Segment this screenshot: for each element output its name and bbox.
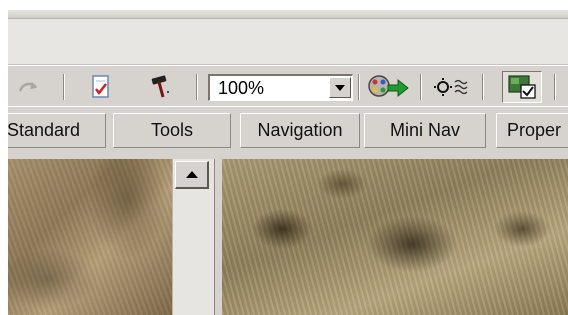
image-panel-left	[8, 159, 172, 315]
toolbar-separator	[420, 74, 422, 100]
triangle-up-icon	[185, 171, 198, 178]
toolbar-separator	[196, 74, 198, 100]
toolbar-separator	[482, 74, 484, 100]
toolbar-separator	[63, 74, 65, 100]
toolbar-tab-strip: Standard Tools Navigation Mini Nav Prope…	[8, 106, 568, 159]
vertical-scrollbar[interactable]	[172, 159, 215, 315]
tab-standard[interactable]: Standard	[8, 113, 106, 148]
hammer-icon	[151, 75, 169, 98]
check-document-button[interactable]	[86, 72, 116, 102]
tab-mini-nav[interactable]: Mini Nav	[364, 113, 486, 148]
zoom-select[interactable]: 100%	[208, 74, 353, 101]
toolbar-separator	[358, 74, 360, 100]
chevron-down-icon	[335, 84, 345, 91]
image-checkbox-icon	[508, 75, 536, 99]
toolbar-separator	[554, 74, 556, 100]
redo-icon	[18, 82, 37, 92]
hammer-button[interactable]	[146, 72, 176, 102]
redo-button[interactable]	[14, 72, 44, 102]
image-checkbox-button[interactable]	[502, 71, 542, 103]
zoom-dropdown-button[interactable]	[329, 77, 351, 98]
tab-properties[interactable]: Proper	[496, 113, 568, 148]
film-reel-arrow-icon	[368, 75, 409, 98]
image-panel-right	[222, 159, 568, 315]
check-document-icon	[92, 75, 109, 98]
film-reel-button[interactable]	[366, 72, 410, 102]
zoom-value: 100%	[218, 78, 265, 98]
scroll-up-button[interactable]	[175, 161, 209, 189]
title-bar	[8, 10, 568, 19]
application-window: 100% Standard Tools Navigation Mini Nav …	[8, 10, 568, 315]
menu-bar-area	[8, 19, 568, 65]
tab-tools[interactable]: Tools	[113, 113, 231, 148]
wave-sensor-icon	[434, 78, 468, 96]
wave-sensor-button[interactable]	[432, 72, 474, 102]
toolbar: 100%	[8, 65, 568, 107]
tab-navigation[interactable]: Navigation	[240, 113, 360, 148]
